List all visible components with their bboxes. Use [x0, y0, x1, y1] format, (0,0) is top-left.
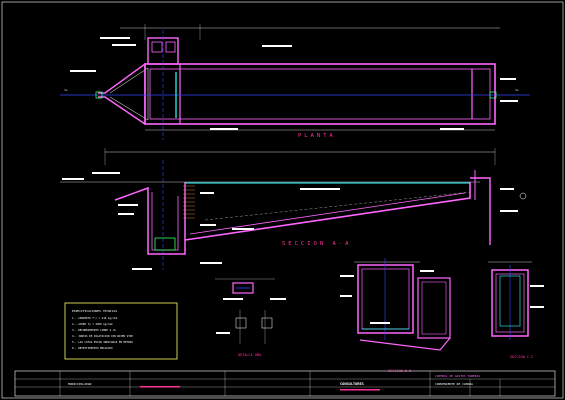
detail-title: DETALLE UÑA: [238, 352, 262, 357]
note-line: 4.- JUNTAS DE DILATACION CON WATER STOP: [72, 334, 133, 338]
note-line: 5.- LAS COTAS ESTAN INDICADAS EN METROS: [72, 340, 133, 344]
notes-box: ESPECIFICACIONES TECNICAS 1.- CONCRETO f…: [64, 302, 178, 360]
section-aa-title: SECCION A-A: [282, 241, 351, 247]
section-bb: SECCION B-B: [340, 258, 451, 373]
svg-text:~: ~: [64, 87, 68, 94]
note-line: 1.- CONCRETO f'c = 210 kg/cm2: [72, 316, 118, 320]
title-block-company: CONSULTORES: [340, 382, 364, 386]
note-line: 3.- RECUBRIMIENTO LIBRE 4 cm: [72, 328, 116, 332]
plan-title: PLANTA: [298, 133, 336, 139]
section-aa: SECCION A-A: [60, 148, 527, 270]
cad-drawing-canvas: ~ ~ PLANTA SECCION A-A DETALLE UÑA SECCI…: [1, 1, 564, 399]
title-block-sheet: CONVENIENTE DE CAMARA: [435, 382, 473, 386]
detail-una: DETALLE UÑA: [215, 278, 286, 357]
sheet-border: [1, 1, 564, 399]
note-line: 6.- REVESTIMIENTO ENLUCIDO: [72, 346, 113, 350]
title-block-owner: MUNICIPALIDAD: [68, 382, 92, 386]
section-cc-title: SECCION C-C: [510, 355, 533, 359]
note-line: 2.- ACERO fy = 4200 kg/cm2: [72, 322, 113, 326]
title-block: MUNICIPALIDAD CONSULTORES CONTROL DE GAS…: [14, 370, 556, 397]
title-block-project: CONTROL DE GASTOS TUBERIA: [435, 374, 480, 378]
notes-title: ESPECIFICACIONES TECNICAS: [72, 309, 117, 313]
section-cc: SECCION C-C: [488, 261, 544, 359]
plan-view: ~ ~ PLANTA: [60, 24, 530, 140]
svg-text:~: ~: [515, 87, 519, 94]
